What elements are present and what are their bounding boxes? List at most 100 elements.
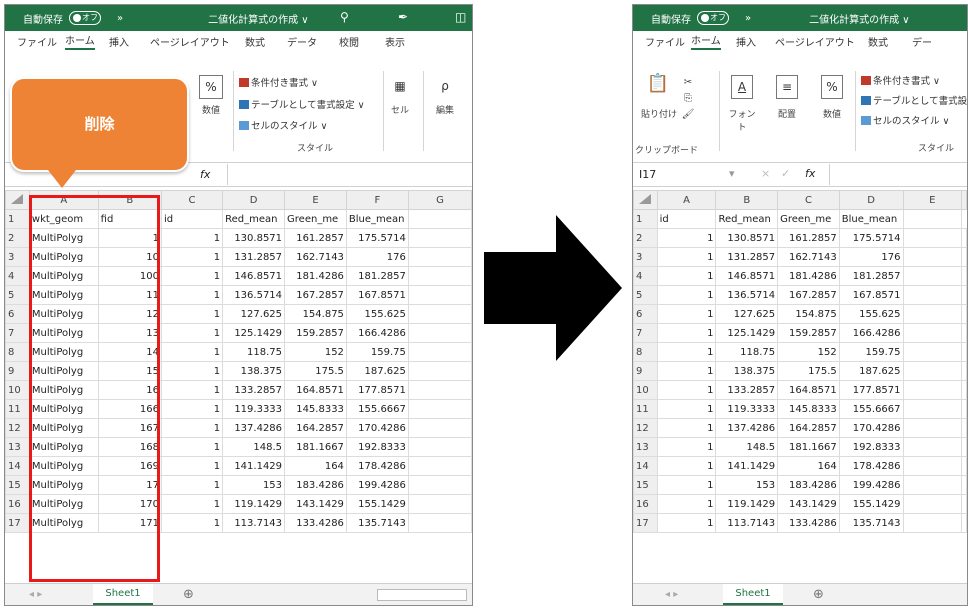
cell[interactable]: 155.625: [838, 304, 904, 324]
cell[interactable]: 135.7143: [838, 513, 904, 533]
cell[interactable]: 167.2857: [284, 285, 347, 305]
select-all-corner[interactable]: [5, 190, 30, 210]
column-header[interactable]: A: [656, 190, 717, 210]
cell[interactable]: 1: [160, 418, 224, 438]
cell[interactable]: 146.8571: [715, 266, 779, 286]
row-header[interactable]: 5: [5, 285, 30, 305]
column-header[interactable]: B: [715, 190, 779, 210]
cell[interactable]: 127.625: [222, 304, 286, 324]
cell[interactable]: 141.1429: [715, 456, 779, 476]
cell[interactable]: 177.8571: [838, 380, 904, 400]
row-header[interactable]: 13: [5, 437, 30, 457]
cell[interactable]: [407, 399, 472, 419]
cell[interactable]: [902, 475, 963, 495]
cell[interactable]: 1: [656, 285, 717, 305]
tab-formulas[interactable]: 数式: [245, 34, 265, 49]
cell[interactable]: 1: [160, 304, 224, 324]
cell[interactable]: 187.625: [345, 361, 409, 381]
cell[interactable]: 183.4286: [777, 475, 840, 495]
tab-view[interactable]: 表示: [385, 34, 405, 49]
pen-icon[interactable]: ✒: [398, 10, 408, 24]
cell[interactable]: 159.2857: [284, 323, 347, 343]
cell[interactable]: 1: [160, 494, 224, 514]
tab-data[interactable]: デー: [912, 34, 932, 49]
tab-file[interactable]: ファイル: [645, 34, 685, 49]
row-header[interactable]: 10: [5, 380, 30, 400]
cell[interactable]: 155.625: [345, 304, 409, 324]
row-header[interactable]: 3: [5, 247, 30, 267]
cell[interactable]: 176: [838, 247, 904, 267]
cell[interactable]: 1: [160, 247, 224, 267]
document-title[interactable]: 二値化計算式の作成 ∨: [809, 11, 910, 26]
row-header[interactable]: 4: [633, 266, 658, 286]
select-all-corner[interactable]: [633, 190, 658, 210]
cell[interactable]: 143.1429: [777, 494, 840, 514]
percent-button[interactable]: %: [821, 75, 843, 99]
fx-icon[interactable]: fx: [805, 167, 815, 180]
cell[interactable]: 119.3333: [222, 399, 286, 419]
header-cell[interactable]: [407, 209, 472, 229]
cell[interactable]: 170.4286: [838, 418, 904, 438]
cell[interactable]: 135.7143: [345, 513, 409, 533]
cell[interactable]: [902, 418, 963, 438]
autosave-toggle[interactable]: オフ: [69, 11, 101, 25]
cell[interactable]: 164: [777, 456, 840, 476]
cell[interactable]: [961, 494, 967, 514]
document-title[interactable]: 二値化計算式の作成 ∨: [208, 11, 309, 26]
quick-access-more[interactable]: »: [117, 13, 123, 24]
name-box[interactable]: I17: [639, 168, 656, 181]
window-icon[interactable]: ◫: [455, 10, 466, 24]
cell[interactable]: 187.625: [838, 361, 904, 381]
row-header[interactable]: 14: [5, 456, 30, 476]
cell[interactable]: [902, 456, 963, 476]
horizontal-scrollbar[interactable]: [377, 589, 467, 601]
row-header[interactable]: 1: [633, 209, 658, 229]
cell[interactable]: 162.7143: [777, 247, 840, 267]
cell[interactable]: 152: [777, 342, 840, 362]
cell[interactable]: 1: [160, 399, 224, 419]
cell[interactable]: [902, 437, 963, 457]
cell[interactable]: [902, 228, 963, 248]
cell[interactable]: 1: [656, 228, 717, 248]
conditional-format-button[interactable]: 条件付き書式 ∨: [239, 75, 318, 89]
cell[interactable]: 199.4286: [345, 475, 409, 495]
add-sheet-icon[interactable]: ⊕: [183, 587, 194, 602]
cell[interactable]: 181.4286: [777, 266, 840, 286]
cell[interactable]: [961, 399, 967, 419]
cell[interactable]: 136.5714: [222, 285, 286, 305]
cell[interactable]: [407, 304, 472, 324]
conditional-format-button[interactable]: 条件付き書式 ∨: [861, 73, 940, 87]
cell[interactable]: 1: [656, 323, 717, 343]
row-header[interactable]: 17: [5, 513, 30, 533]
cell[interactable]: 127.625: [715, 304, 779, 324]
cell[interactable]: 133.2857: [715, 380, 779, 400]
cell[interactable]: 1: [656, 247, 717, 267]
header-cell[interactable]: id: [656, 209, 717, 229]
format-as-table-button[interactable]: テーブルとして書式設定 ∨: [861, 93, 967, 107]
cell[interactable]: 155.6667: [345, 399, 409, 419]
cell[interactable]: [961, 266, 967, 286]
row-header[interactable]: 16: [5, 494, 30, 514]
cell[interactable]: 181.2857: [838, 266, 904, 286]
header-cell[interactable]: id: [160, 209, 224, 229]
sheet-nav-arrows[interactable]: ◂ ▸: [29, 589, 42, 600]
cell[interactable]: 178.4286: [345, 456, 409, 476]
align-group-label[interactable]: 配置: [773, 107, 801, 120]
tab-review[interactable]: 校閲: [339, 34, 359, 49]
cell[interactable]: 155.1429: [838, 494, 904, 514]
cell[interactable]: 167.2857: [777, 285, 840, 305]
cell[interactable]: 138.375: [715, 361, 779, 381]
cell[interactable]: 164.8571: [284, 380, 347, 400]
cell[interactable]: [961, 228, 967, 248]
cell[interactable]: 131.2857: [715, 247, 779, 267]
cell[interactable]: 1: [160, 323, 224, 343]
cell[interactable]: 1: [656, 418, 717, 438]
cell[interactable]: [407, 437, 472, 457]
cell[interactable]: 1: [160, 437, 224, 457]
row-header[interactable]: 4: [5, 266, 30, 286]
cell[interactable]: [407, 513, 472, 533]
header-cell[interactable]: Green_me: [284, 209, 347, 229]
cell[interactable]: 176: [345, 247, 409, 267]
cell[interactable]: 1: [656, 399, 717, 419]
cell[interactable]: 1: [160, 380, 224, 400]
